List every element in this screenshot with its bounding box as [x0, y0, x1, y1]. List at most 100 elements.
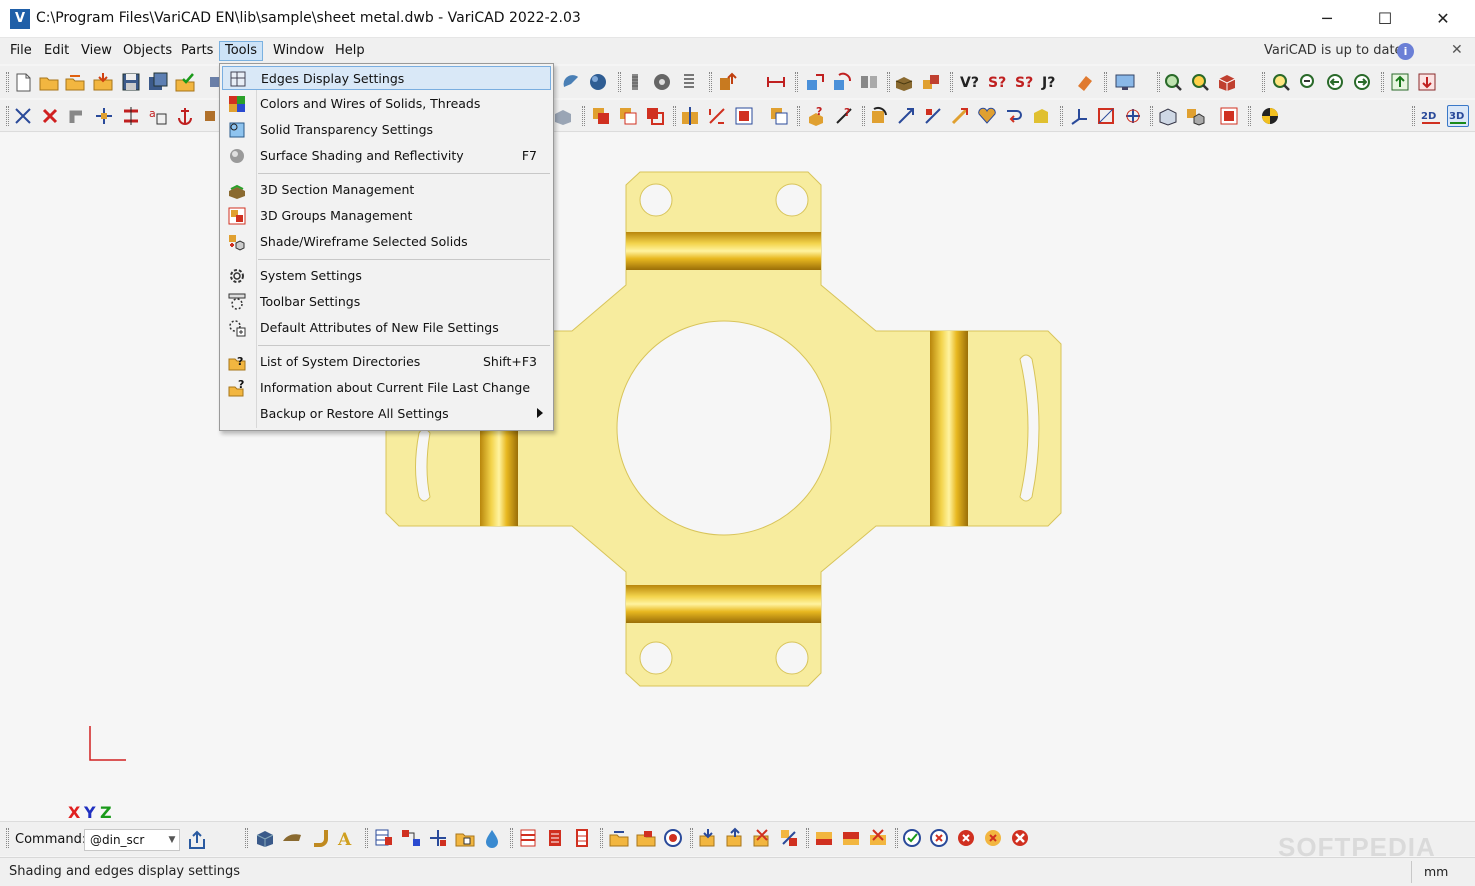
zoom-in-icon[interactable] — [1270, 71, 1292, 93]
menu-edit[interactable]: Edit — [39, 41, 74, 61]
xyz-axes-icon[interactable] — [1068, 105, 1090, 127]
group-delete-icon[interactable] — [867, 827, 889, 849]
menu-tools[interactable]: Tools — [219, 41, 264, 61]
toolbar-grip[interactable] — [582, 106, 585, 126]
zoom-previous-icon[interactable] — [1162, 71, 1184, 93]
rotate-axes-icon[interactable] — [1122, 105, 1144, 127]
delete-icon[interactable] — [39, 105, 61, 127]
toolbar-grip[interactable] — [797, 106, 800, 126]
text-solid-icon[interactable]: A — [335, 827, 357, 850]
zoom-all-icon[interactable] — [1189, 71, 1211, 93]
shoe-solid-icon[interactable] — [281, 827, 303, 849]
toolbar-grip[interactable] — [1150, 106, 1153, 126]
folder-part-icon[interactable] — [635, 827, 657, 849]
menu-objects[interactable]: Objects — [118, 41, 177, 61]
menu-item-colors-wires[interactable]: Colors and Wires of Solids, Threads — [222, 92, 551, 116]
toolbar-grip[interactable] — [1060, 106, 1063, 126]
center-of-gravity-icon[interactable] — [1259, 105, 1281, 127]
move-icon[interactable] — [93, 105, 115, 127]
sphere-shading-icon[interactable] — [587, 71, 609, 93]
menu-item-shade-wireframe[interactable]: Shade/Wireframe Selected Solids — [222, 230, 551, 254]
mirror-icon[interactable] — [858, 71, 880, 93]
chevron-down-icon[interactable]: ▼ — [165, 830, 179, 850]
surface-query-icon[interactable]: S? — [985, 71, 1007, 93]
toolbar-grip[interactable] — [887, 72, 890, 92]
toolbar-grip[interactable] — [1262, 72, 1265, 92]
section-query-icon[interactable]: S? — [1012, 71, 1034, 93]
toolbar-grip[interactable] — [950, 72, 953, 92]
pan-right-icon[interactable] — [1351, 71, 1373, 93]
box-primitive-icon[interactable] — [254, 827, 276, 849]
mode-2d-icon[interactable]: 2D — [1420, 105, 1442, 127]
query-solid-icon[interactable]: ? — [806, 105, 828, 127]
yellow-solid-icon[interactable] — [1030, 105, 1052, 127]
toolbar-grip[interactable] — [806, 828, 809, 848]
menu-item-edges-display-settings[interactable]: Edges Display Settings — [222, 66, 551, 90]
menu-item-default-attributes[interactable]: Default Attributes of New File Settings — [222, 316, 551, 340]
menu-parts[interactable]: Parts — [176, 41, 218, 61]
dismiss-update-button[interactable]: ✕ — [1451, 42, 1463, 58]
bend-arrow-icon[interactable] — [1003, 105, 1025, 127]
delete-yellow-icon[interactable] — [982, 827, 1004, 849]
solid-copy-icon[interactable] — [768, 105, 790, 127]
toolbar-grip[interactable] — [862, 106, 865, 126]
folder-link-icon[interactable] — [454, 827, 476, 849]
toolbar-grip[interactable] — [618, 72, 621, 92]
shaded-cube-icon[interactable] — [1184, 105, 1206, 127]
import-down-icon[interactable] — [1416, 71, 1438, 93]
solid-group-icon[interactable] — [920, 71, 942, 93]
volume-query-icon[interactable]: V? — [958, 71, 980, 93]
export-up-icon[interactable] — [1389, 71, 1411, 93]
diagonal-move-icon[interactable] — [922, 105, 944, 127]
maximize-button[interactable]: ☐ — [1356, 0, 1414, 38]
connect-icon[interactable] — [400, 827, 422, 849]
toolbar-grip[interactable] — [245, 828, 248, 848]
transform-icon[interactable] — [804, 71, 826, 93]
toolbar-grip[interactable] — [6, 828, 9, 848]
bent-pipe-icon[interactable] — [308, 827, 330, 849]
multi-copy-icon[interactable] — [120, 105, 142, 127]
split-solid-icon[interactable] — [679, 105, 701, 127]
toolbar-grip[interactable] — [6, 72, 9, 92]
toolbar-grip[interactable] — [795, 72, 798, 92]
toolbar-grip[interactable] — [690, 828, 693, 848]
select-axes-icon[interactable] — [12, 105, 34, 127]
toolbar-grip[interactable] — [6, 106, 9, 126]
shaded-view-icon[interactable] — [560, 71, 582, 93]
check-file-icon[interactable] — [174, 71, 196, 93]
menu-item-solid-transparency[interactable]: Solid Transparency Settings — [222, 118, 551, 142]
boolean-add-icon[interactable] — [590, 105, 612, 127]
dimension-icon[interactable] — [765, 71, 787, 93]
info-icon[interactable]: i — [1397, 43, 1414, 60]
insert-part-icon[interactable] — [716, 71, 738, 93]
link-icon[interactable] — [427, 827, 449, 849]
menu-file[interactable]: File — [5, 41, 37, 61]
import-icon[interactable] — [92, 71, 114, 93]
remove-solid-icon[interactable] — [751, 827, 773, 849]
monitor-icon[interactable] — [1114, 71, 1136, 93]
menu-item-surface-shading[interactable]: Surface Shading and Reflectivity F7 — [222, 144, 551, 168]
boolean-subtract-icon[interactable] — [617, 105, 639, 127]
wire-cube-icon[interactable] — [1157, 105, 1179, 127]
bom-red-icon[interactable] — [517, 827, 539, 849]
share-export-icon[interactable] — [186, 829, 208, 851]
toolbar-grip[interactable] — [510, 828, 513, 848]
solid-box-icon[interactable] — [893, 71, 915, 93]
menu-item-system-directories[interactable]: ? List of System Directories Shift+F3 — [222, 350, 551, 374]
heart-shape-icon[interactable] — [976, 105, 998, 127]
arrow-transform-icon[interactable] — [949, 105, 971, 127]
group-red-icon[interactable] — [813, 827, 835, 849]
unit-indicator[interactable]: mm — [1424, 864, 1448, 879]
copy-transform-icon[interactable] — [831, 71, 853, 93]
menu-item-file-last-change[interactable]: ? Information about Current File Last Ch… — [222, 376, 551, 400]
open-recent-icon[interactable] — [64, 71, 86, 93]
menu-view[interactable]: View — [76, 41, 117, 61]
table-insert-icon[interactable] — [373, 827, 395, 849]
save-icon[interactable] — [120, 71, 142, 93]
cancel-circle-icon[interactable] — [928, 827, 950, 849]
delete-all-icon[interactable] — [1009, 827, 1031, 849]
rotate-solid-icon[interactable] — [868, 105, 890, 127]
close-window-button[interactable]: ✕ — [1414, 0, 1472, 38]
menu-item-system-settings[interactable]: System Settings — [222, 264, 551, 288]
anchor-icon[interactable] — [174, 105, 196, 127]
